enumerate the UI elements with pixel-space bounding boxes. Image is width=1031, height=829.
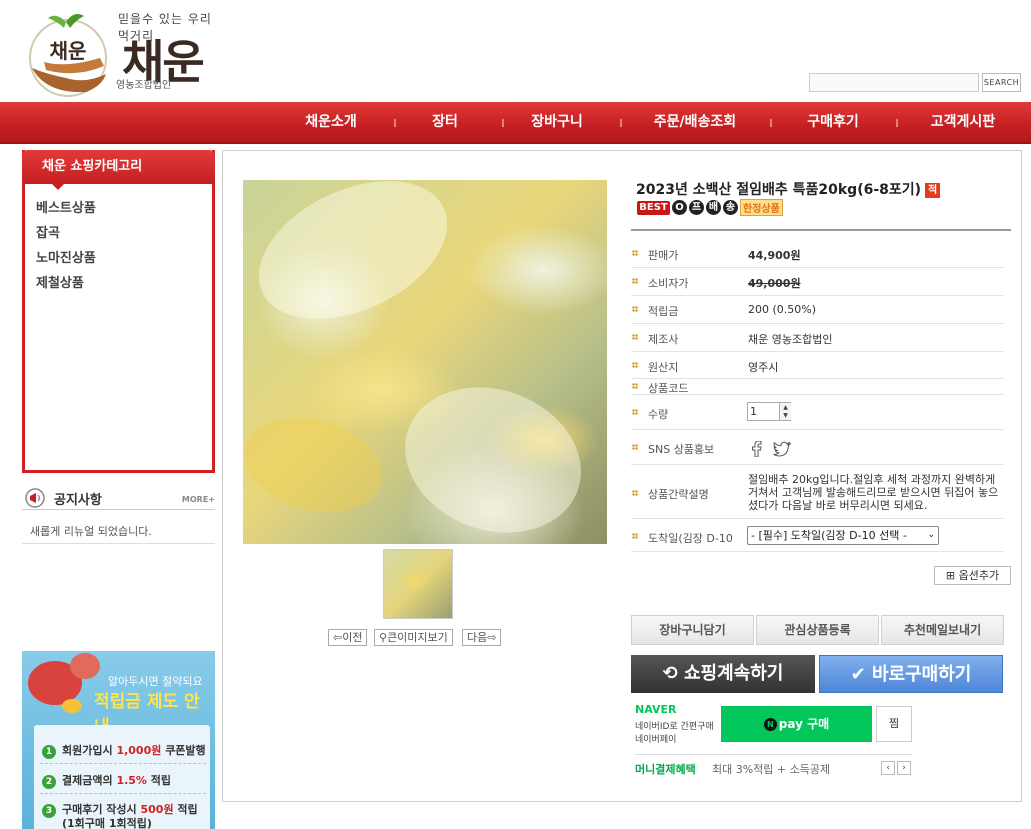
naver-pay-section: NAVER 네이버ID로 간편구매 네이버페이 Npay 구매 찜 머니결제혜택… [631, 700, 1011, 780]
search-input[interactable] [809, 73, 979, 92]
check-icon: ✔ [850, 664, 872, 685]
points-value: 200 (0.50%) [748, 303, 817, 316]
price-value: 44,900원 [748, 249, 801, 262]
logo-hands-icon: 채운 [29, 14, 107, 97]
arrow-left-icon: ⇦ [333, 631, 343, 644]
shipping-icon: 송 [723, 200, 738, 215]
product-icons: BEST O 프 배 송 한정상품 [637, 199, 783, 217]
buy-now-label: 바로구매하기 [872, 664, 972, 685]
add-to-wishlist-button[interactable]: 관심상품등록 [756, 615, 879, 645]
benefit-1: 1 회원가입시 1,000원 쿠폰발행 [42, 742, 206, 759]
naver-pay-button[interactable]: Npay 구매 [721, 706, 872, 742]
notice-title: 공지사항 [54, 493, 102, 508]
product-image[interactable] [243, 180, 607, 544]
limited-badge: 한정상품 [740, 199, 783, 216]
category-title-text: 채운 쇼핑카테고리 [42, 159, 143, 174]
return-arrow-icon: ⟲ [662, 663, 684, 684]
site-header: 채운 믿을수 있는 우리 먹거리 채운 영농조합법인 SEARCH [0, 0, 1031, 102]
o-icon: O [672, 200, 687, 215]
nav-item-cart[interactable]: 장바구니 [526, 102, 588, 142]
piggy-bank-small-icon [70, 653, 100, 679]
origin-label: 원산지 [648, 361, 679, 374]
next-image-button[interactable]: 다음⇨ [462, 629, 502, 646]
category-item-seasonal[interactable]: 제철상품 [36, 272, 84, 291]
arrow-right-icon: ⇨ [487, 631, 497, 644]
naver-n-icon: N [763, 718, 777, 731]
buy-now-button[interactable]: ✔ 바로구매하기 [819, 655, 1003, 693]
prev-image-button[interactable]: ⇦이전 [328, 629, 368, 646]
megaphone-icon [25, 488, 45, 508]
nav-item-reviews[interactable]: 구매후기 [802, 102, 864, 142]
prev-image-label: 이전 [342, 631, 363, 644]
benefit-3-sub: (1회구매 1회적립) [62, 817, 152, 829]
continue-shopping-label: 쇼핑계속하기 [684, 663, 784, 684]
category-item-best[interactable]: 베스트상품 [36, 197, 96, 216]
points-badge: 적 [925, 182, 941, 198]
product-summary: 절임배추 20kg입니다.절임후 세척 과정까지 완벽하게 거쳐서 고객님께 발… [748, 473, 999, 512]
search-button[interactable]: SEARCH [982, 73, 1021, 92]
coin-icon [62, 699, 82, 713]
product-thumbnail[interactable] [383, 549, 453, 619]
naver-pay-label: pay 구매 [778, 717, 830, 731]
origin-value: 영주시 [748, 361, 779, 374]
points-label: 적립금 [648, 305, 679, 318]
category-item-nomargin[interactable]: 노마진상품 [36, 247, 96, 266]
category-title: 채운 쇼핑카테고리 [22, 150, 215, 190]
price-label: 판매가 [648, 249, 679, 262]
logo-sub: 영농조합법인 [116, 80, 172, 91]
free-icon: 프 [689, 200, 704, 215]
arrival-select-value: - [필수] 도착일(김장 D-10 선택 - [751, 529, 907, 542]
delivery-icon: 배 [706, 200, 721, 215]
facebook-icon[interactable] [750, 441, 764, 457]
recommend-email-button[interactable]: 추천메일보내기 [881, 615, 1004, 645]
magnifier-icon: ⚲ [379, 631, 388, 644]
twitter-icon[interactable] [773, 441, 791, 457]
arrival-date-select[interactable]: - [필수] 도착일(김장 D-10 선택 - ⌄ [747, 526, 939, 545]
points-info-banner[interactable]: 알아두시면 절약되요 적립금 제도 안내 1회원가입시 1,000원 쿠폰발행 … [22, 651, 215, 829]
maker-value: 채운 영농조합법인 [748, 333, 833, 346]
product-name: 2023년 소백산 절임배추 특품20kg(6-8포기) 적 [636, 179, 941, 199]
nav-item-about[interactable]: 채운소개 [300, 102, 362, 142]
nav-item-board[interactable]: 고객게시판 [928, 102, 998, 142]
maker-label: 제조사 [648, 333, 679, 346]
desc-label: 상품간략설명 [648, 488, 709, 501]
naver-money-label: 머니결제혜택 [635, 763, 696, 776]
main-nav: 채운소개 장터 장바구니 주문/배송조회 구매후기 고객게시판 [0, 102, 1031, 144]
naver-money-desc: 최대 3%적립 + 소득공제 [712, 763, 831, 776]
best-icon: BEST [637, 200, 670, 215]
add-option-button[interactable]: ⊞ 옵션추가 [934, 566, 1011, 585]
consumer-price-value: 49,000원 [748, 277, 801, 290]
qty-down-icon[interactable]: ▼ [779, 411, 791, 420]
add-option-label: 옵션추가 [958, 569, 1000, 582]
next-image-label: 다음 [467, 631, 488, 644]
chevron-down-icon: ⌄ [927, 530, 935, 540]
plus-icon: ⊞ [945, 569, 959, 582]
benefit-2: 2 결제금액의 1.5% 적립 [42, 772, 171, 789]
category-item-grains[interactable]: 잡곡 [36, 222, 60, 241]
naver-desc1: 네이버ID로 간편구매 [635, 722, 714, 732]
notice-section: 공지사항 MORE+ 새롭게 리뉴얼 되었습니다. [22, 485, 215, 545]
naver-desc2: 네이버페이 [635, 735, 677, 745]
qty-label: 수량 [648, 408, 669, 421]
prev-arrow-icon[interactable]: ‹ [881, 761, 895, 775]
notice-item[interactable]: 새롭게 리뉴얼 되었습니다. [30, 523, 152, 539]
site-logo[interactable]: 채운 믿을수 있는 우리 먹거리 채운 영농조합법인 [26, 8, 222, 100]
next-arrow-icon[interactable]: › [897, 761, 911, 775]
arrival-label: 도착일(김장 D-10 [648, 532, 733, 545]
category-pointer-icon [52, 184, 64, 190]
continue-shopping-button[interactable]: ⟲ 쇼핑계속하기 [631, 655, 815, 693]
add-to-cart-button[interactable]: 장바구니담기 [631, 615, 754, 645]
product-name-text: 2023년 소백산 절임배추 특품20kg(6-8포기) [636, 182, 922, 198]
nav-item-market[interactable]: 장터 [425, 102, 465, 142]
naver-zzim-button[interactable]: 찜 [876, 706, 912, 742]
zoom-image-label: 큰이미지보기 [387, 631, 448, 644]
nav-item-order-tracking[interactable]: 주문/배송조회 [648, 102, 742, 142]
zoom-image-button[interactable]: ⚲큰이미지보기 [374, 629, 453, 646]
notice-more-link[interactable]: MORE+ [182, 495, 215, 504]
naver-logo: NAVER [635, 703, 677, 716]
svg-text:채운: 채운 [50, 39, 87, 63]
sns-label: SNS 상품홍보 [648, 443, 715, 456]
consumer-price-label: 소비자가 [648, 277, 689, 290]
